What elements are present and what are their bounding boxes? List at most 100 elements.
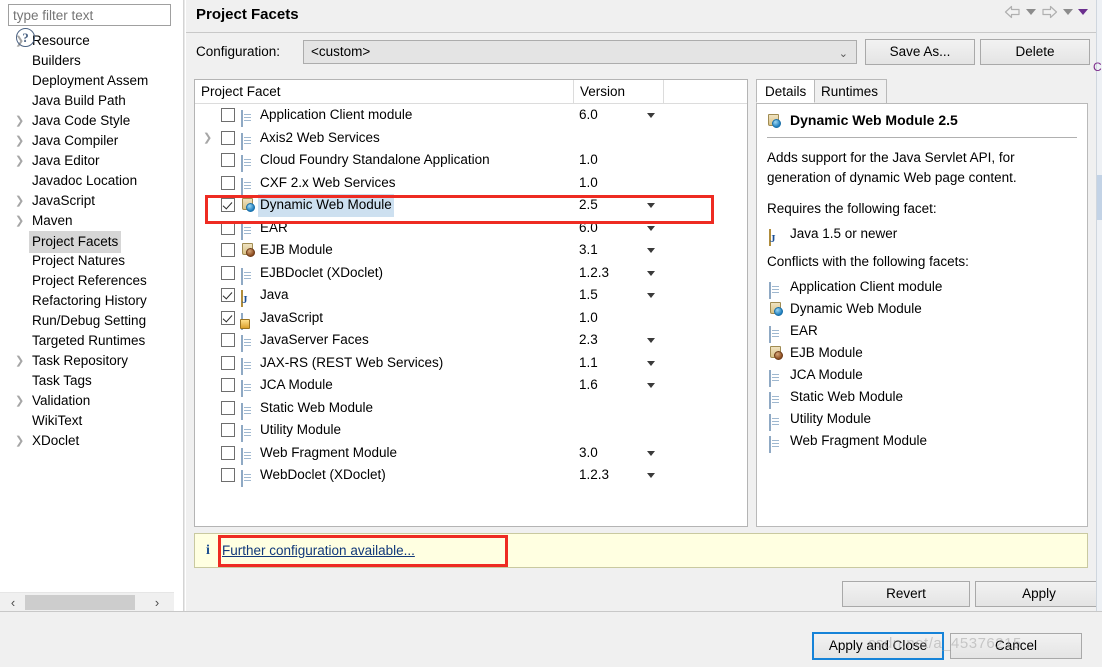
sidebar-horizontal-scrollbar[interactable]: ‹ › xyxy=(0,592,174,611)
configuration-select[interactable]: <custom> ⌄ xyxy=(303,40,857,64)
facet-checkbox[interactable] xyxy=(221,378,235,392)
version-chevron-down-icon[interactable] xyxy=(647,203,655,208)
sidebar-item-project-references[interactable]: Project References xyxy=(0,271,183,291)
sidebar-tree[interactable]: ❯ Resource Builders Deployment Assem Java Bu… xyxy=(0,31,183,591)
sidebar-item-java-compiler[interactable]: ❯ Java Compiler xyxy=(0,131,183,151)
chevron-right-icon[interactable]: ❯ xyxy=(203,127,213,150)
facet-checkbox[interactable] xyxy=(221,265,235,280)
filter-input[interactable] xyxy=(8,4,171,26)
cancel-button[interactable]: Cancel xyxy=(950,633,1082,659)
version-chevron-down-icon[interactable] xyxy=(647,113,655,118)
chevron-right-icon[interactable]: ❯ xyxy=(15,151,25,171)
sidebar-item-validation[interactable]: ❯ Validation xyxy=(0,391,183,411)
version-chevron-down-icon[interactable] xyxy=(647,473,655,478)
chevron-right-icon[interactable]: ❯ xyxy=(15,431,25,451)
details-tabs[interactable]: Details Runtimes xyxy=(756,79,1088,103)
apply-button[interactable]: Apply xyxy=(975,581,1102,607)
chevron-right-icon[interactable]: ❯ xyxy=(15,191,25,211)
sidebar-item-task-repository[interactable]: ❯ Task Repository xyxy=(0,351,183,371)
table-row[interactable]: JavaServer Faces 2.3 xyxy=(195,329,747,352)
scrollbar-thumb[interactable] xyxy=(25,595,135,610)
save-as-button[interactable]: Save As... xyxy=(865,39,975,65)
facet-checkbox[interactable] xyxy=(221,288,235,302)
further-configuration-link[interactable]: Further configuration available... xyxy=(222,543,415,558)
version-chevron-down-icon[interactable] xyxy=(647,270,655,276)
sidebar-item-java-editor[interactable]: ❯ Java Editor xyxy=(0,151,183,171)
chevron-right-icon[interactable]: ❯ xyxy=(15,211,25,231)
table-row[interactable]: EJB Module 3.1 xyxy=(195,239,747,262)
facet-checkbox[interactable] xyxy=(221,310,235,325)
table-row[interactable]: Cloud Foundry Standalone Application 1.0 xyxy=(195,149,747,172)
revert-button[interactable]: Revert xyxy=(842,581,970,607)
table-row[interactable]: WebDoclet (XDoclet) 1.2.3 xyxy=(195,464,747,487)
table-row[interactable]: ❯ Axis2 Web Services xyxy=(195,127,747,150)
version-chevron-down-icon[interactable] xyxy=(647,450,655,456)
table-row[interactable]: Static Web Module xyxy=(195,397,747,420)
sidebar-item-wikitext[interactable]: WikiText xyxy=(0,411,183,431)
scroll-left-icon[interactable]: ‹ xyxy=(4,593,22,612)
facet-checkbox[interactable] xyxy=(221,243,235,257)
sidebar-item-maven[interactable]: ❯ Maven xyxy=(0,211,183,231)
facet-checkbox[interactable] xyxy=(221,130,235,145)
sidebar-item-project-facets[interactable]: Project Facets xyxy=(0,231,183,253)
sidebar-item-javadoc-location[interactable]: Javadoc Location xyxy=(0,171,183,191)
facet-checkbox[interactable] xyxy=(221,355,235,370)
tab-details[interactable]: Details xyxy=(756,79,816,103)
sidebar-item-targeted-runtimes[interactable]: Targeted Runtimes xyxy=(0,331,183,351)
table-row[interactable]: Web Fragment Module 3.0 xyxy=(195,442,747,465)
apply-and-close-button[interactable]: Apply and Close xyxy=(812,632,944,660)
table-row[interactable]: JCA Module 1.6 xyxy=(195,374,747,397)
facet-checkbox[interactable] xyxy=(221,198,235,212)
table-row[interactable]: JavaScript 1.0 xyxy=(195,307,747,330)
table-row[interactable]: Dynamic Web Module 2.5 xyxy=(195,194,747,217)
version-chevron-down-icon[interactable] xyxy=(647,360,655,366)
sidebar-item-run-debug-setting[interactable]: Run/Debug Setting xyxy=(0,311,183,331)
view-menu-chevron-down-icon[interactable] xyxy=(1078,9,1088,15)
sidebar-item-builders[interactable]: Builders xyxy=(0,51,183,71)
chevron-right-icon[interactable]: ❯ xyxy=(15,111,25,131)
table-row[interactable]: EAR 6.0 xyxy=(195,217,747,240)
facet-checkbox[interactable] xyxy=(221,108,235,122)
sidebar-item-project-natures[interactable]: Project Natures xyxy=(0,251,183,271)
facet-checkbox[interactable] xyxy=(221,423,235,437)
tab-runtimes[interactable]: Runtimes xyxy=(812,79,888,103)
facet-checkbox[interactable] xyxy=(221,153,235,167)
scrollbar-thumb[interactable] xyxy=(1097,175,1102,220)
facet-checkbox[interactable] xyxy=(221,468,235,482)
facet-checkbox[interactable] xyxy=(221,220,235,235)
table-row[interactable]: Java 1.5 xyxy=(195,284,747,307)
sidebar-item-xdoclet[interactable]: ❯ XDoclet xyxy=(0,431,183,451)
sidebar-item-javascript[interactable]: ❯ JavaScript xyxy=(0,191,183,211)
sidebar-item-deployment-assem[interactable]: Deployment Assem xyxy=(0,71,183,91)
chevron-right-icon[interactable]: ❯ xyxy=(15,391,25,411)
sidebar-item-java-build-path[interactable]: Java Build Path xyxy=(0,91,183,111)
table-row[interactable]: Utility Module xyxy=(195,419,747,442)
sidebar-item-refactoring-history[interactable]: Refactoring History xyxy=(0,291,183,311)
table-row[interactable]: JAX-RS (REST Web Services) 1.1 xyxy=(195,352,747,375)
chevron-right-icon[interactable]: ❯ xyxy=(15,351,25,371)
chevron-right-icon[interactable]: ❯ xyxy=(15,131,25,151)
table-row[interactable]: Application Client module 6.0 xyxy=(195,104,747,127)
facet-checkbox[interactable] xyxy=(221,333,235,347)
sidebar-item-java-code-style[interactable]: ❯ Java Code Style xyxy=(0,111,183,131)
version-chevron-down-icon[interactable] xyxy=(647,248,655,253)
window-scrollbar[interactable] xyxy=(1096,0,1102,611)
project-facets-table[interactable]: Project Facet Version Application Client… xyxy=(194,79,748,527)
facet-checkbox[interactable] xyxy=(221,400,235,415)
version-chevron-down-icon[interactable] xyxy=(647,293,655,298)
table-row[interactable]: CXF 2.x Web Services 1.0 xyxy=(195,172,747,195)
back-arrow-icon[interactable] xyxy=(1004,5,1021,19)
help-icon[interactable]: ? xyxy=(16,28,35,47)
table-row[interactable]: EJBDoclet (XDoclet) 1.2.3 xyxy=(195,262,747,285)
forward-history-chevron-down-icon[interactable] xyxy=(1063,9,1073,15)
facet-checkbox[interactable] xyxy=(221,175,235,190)
delete-button[interactable]: Delete xyxy=(980,39,1090,65)
facet-checkbox[interactable] xyxy=(221,445,235,460)
sidebar-item-task-tags[interactable]: Task Tags xyxy=(0,371,183,391)
scroll-right-icon[interactable]: › xyxy=(148,593,166,612)
back-history-chevron-down-icon[interactable] xyxy=(1026,9,1036,15)
version-chevron-down-icon[interactable] xyxy=(647,383,655,388)
version-chevron-down-icon[interactable] xyxy=(647,338,655,343)
forward-arrow-icon[interactable] xyxy=(1041,5,1058,19)
version-chevron-down-icon[interactable] xyxy=(647,225,655,231)
